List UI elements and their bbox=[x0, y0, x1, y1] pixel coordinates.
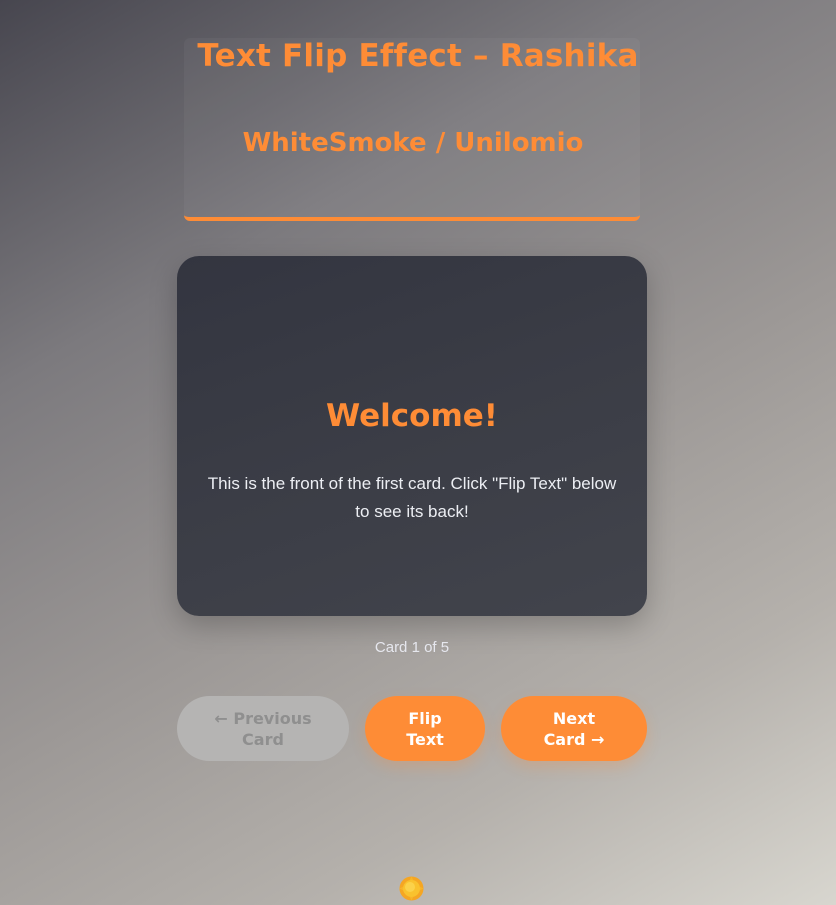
next-card-label: Next Card → bbox=[543, 708, 605, 749]
page-title: Text Flip Effect – Rashika bbox=[197, 38, 639, 74]
previous-card-label: ← Previous Card bbox=[214, 708, 312, 749]
card-body-text: This is the front of the first card. Cli… bbox=[207, 474, 617, 521]
sun-icon[interactable] bbox=[399, 876, 424, 901]
page-subtitle: WhiteSmoke / Unilomio bbox=[242, 128, 584, 158]
previous-card-button[interactable]: ← Previous Card bbox=[177, 696, 349, 761]
card-counter: Card 1 of 5 bbox=[374, 639, 450, 656]
card-title: Welcome! bbox=[326, 398, 498, 434]
flip-text-label: Flip Text bbox=[406, 708, 444, 749]
flip-text-button[interactable]: Flip Text bbox=[365, 696, 485, 761]
flip-card[interactable]: Welcome! This is the front of the first … bbox=[177, 256, 647, 616]
next-card-button[interactable]: Next Card → bbox=[501, 696, 647, 761]
